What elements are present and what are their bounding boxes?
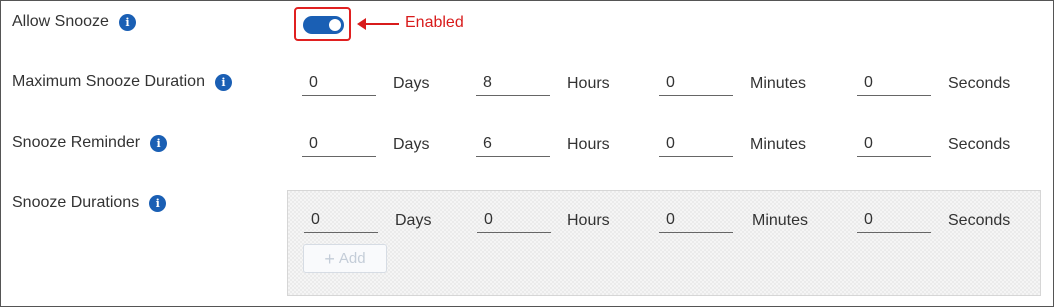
max-snooze-seconds-input[interactable] xyxy=(857,70,931,96)
max-snooze-days-input[interactable] xyxy=(302,70,376,96)
reminder-days-input[interactable] xyxy=(302,131,376,157)
reminder-hours-input[interactable] xyxy=(476,131,550,157)
minutes-unit-label: Minutes xyxy=(750,75,807,92)
seconds-unit-label: Seconds xyxy=(948,136,1011,153)
hours-unit-label: Hours xyxy=(567,75,610,92)
snooze-settings-panel: Allow Snooze i Enabled Maximum Snooze Du… xyxy=(0,0,1054,307)
minutes-unit-label: Minutes xyxy=(750,136,807,153)
snooze-durations-panel xyxy=(287,190,1041,296)
add-duration-button[interactable]: + Add xyxy=(303,244,387,273)
snooze-durations-row: Snooze Durations i xyxy=(12,194,167,212)
arrow-line xyxy=(361,23,399,25)
days-unit-label: Days xyxy=(393,75,430,92)
toggle-knob xyxy=(329,19,341,31)
seconds-unit-label: Seconds xyxy=(948,212,1011,229)
days-unit-label: Days xyxy=(395,212,432,229)
reminder-minutes-input[interactable] xyxy=(659,131,733,157)
max-snooze-minutes-input[interactable] xyxy=(659,70,733,96)
add-button-label: Add xyxy=(338,250,366,267)
days-unit-label: Days xyxy=(393,136,430,153)
snooze-reminder-row: Snooze Reminder i xyxy=(12,134,168,152)
info-icon[interactable]: i xyxy=(150,134,168,152)
info-icon[interactable]: i xyxy=(149,194,167,212)
enabled-callout: Enabled xyxy=(405,14,464,31)
snooze-durations-label: Snooze Durations xyxy=(12,194,140,211)
max-snooze-duration-row: Maximum Snooze Duration i xyxy=(12,73,232,91)
reminder-seconds-input[interactable] xyxy=(857,131,931,157)
info-icon[interactable]: i xyxy=(118,13,136,31)
max-snooze-duration-label: Maximum Snooze Duration xyxy=(12,73,205,90)
allow-snooze-toggle[interactable] xyxy=(303,16,344,34)
enabled-highlight-box xyxy=(294,7,351,41)
max-snooze-hours-input[interactable] xyxy=(476,70,550,96)
snooze-reminder-label: Snooze Reminder xyxy=(12,134,141,151)
hours-unit-label: Hours xyxy=(567,212,610,229)
plus-icon: + xyxy=(324,248,335,269)
info-icon[interactable]: i xyxy=(214,73,232,91)
allow-snooze-row: Allow Snooze i xyxy=(12,13,136,31)
duration-seconds-input[interactable] xyxy=(857,207,931,233)
seconds-unit-label: Seconds xyxy=(948,75,1011,92)
duration-hours-input[interactable] xyxy=(477,207,551,233)
duration-minutes-input[interactable] xyxy=(659,207,733,233)
hours-unit-label: Hours xyxy=(567,136,610,153)
duration-days-input[interactable] xyxy=(304,207,378,233)
minutes-unit-label: Minutes xyxy=(752,212,809,229)
allow-snooze-label: Allow Snooze xyxy=(12,13,109,30)
